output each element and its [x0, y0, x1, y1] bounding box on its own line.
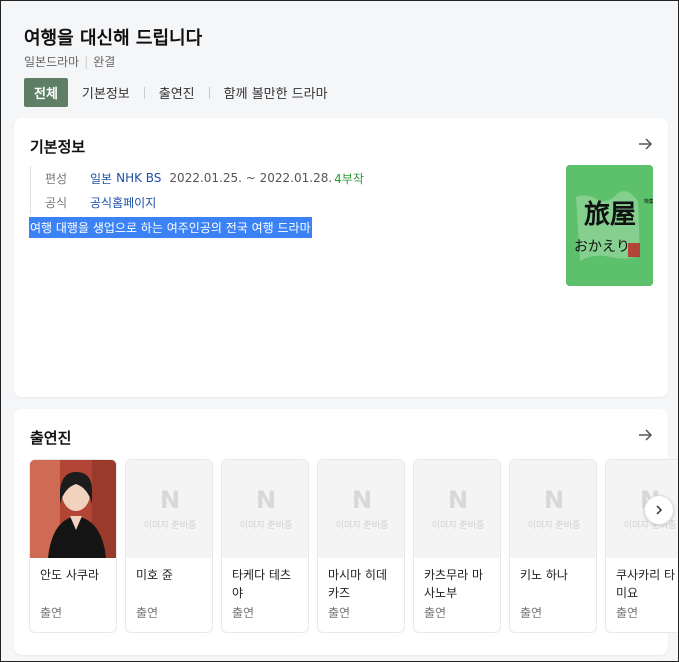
poster-small-art: 特集 — [644, 198, 653, 205]
cast-item[interactable]: N 이미지 준비중 카츠무라 마사노부 출연 — [413, 459, 501, 633]
status-label: 완결 — [93, 55, 116, 69]
cast-role: 출연 — [424, 606, 447, 620]
cast-item[interactable]: N 이미지 준비중 타케다 테츠야 출연 — [221, 459, 309, 633]
cast-name: 안도 사쿠라 — [40, 568, 100, 582]
broadcast-channel-link[interactable]: NHK BS — [116, 171, 161, 185]
basic-info-card: 기본정보 편성 일본 NHK BS 2022.01.25. ~ 2022.01.… — [14, 118, 668, 397]
broadcast-period: 2022.01.25. ~ 2022.01.28. — [169, 171, 333, 185]
cast-photo-placeholder: N 이미지 준비중 — [318, 460, 404, 558]
official-site-link[interactable]: 공식홈페이지 — [90, 194, 156, 211]
cast-photo-placeholder: N 이미지 준비중 — [222, 460, 308, 558]
naver-n-icon: N — [255, 485, 277, 514]
image-pending-label: 이미지 준비중 — [431, 520, 485, 531]
tab-bar: 전체 기본정보 출연진 함께 볼만한 드라마 — [24, 78, 330, 107]
cast-item[interactable]: N 이미지 준비중 쿠사카리 타미요 출연 — [605, 459, 678, 633]
cast-name: 미호 쥰 — [136, 568, 173, 582]
cast-item[interactable]: N 이미지 준비중 마시마 히데카즈 출연 — [317, 459, 405, 633]
image-pending-label: 이미지 준비중 — [527, 520, 581, 531]
cast-name: 마시마 히데카즈 — [328, 568, 388, 600]
cast-name: 타케다 테츠야 — [232, 568, 292, 600]
genre-label: 일본드라마 — [24, 55, 80, 69]
page-title: 여행을 대신해 드립니다 — [24, 28, 203, 49]
basic-info-title: 기본정보 — [30, 138, 86, 156]
cast-item[interactable]: N 이미지 준비중 키노 하나 출연 — [509, 459, 597, 633]
cast-role: 출연 — [136, 606, 159, 620]
cast-title: 출연진 — [30, 429, 72, 447]
tab-divider — [208, 86, 210, 99]
broadcast-row: 편성 일본 NHK BS 2022.01.25. ~ 2022.01.28. 4… — [45, 166, 364, 190]
cast-photo-placeholder: N 이미지 준비중 — [126, 460, 212, 558]
naver-n-icon: N — [351, 485, 373, 514]
episode-count: 4부작 — [334, 171, 364, 186]
cast-name: 쿠사카리 타미요 — [616, 568, 676, 600]
cast-list: 안도 사쿠라 출연 N 이미지 준비중 미호 쥰 출연 N 이미지 준비중 타케… — [29, 459, 678, 633]
cast-photo — [30, 460, 116, 558]
poster-title-art: 旅屋 — [584, 200, 636, 230]
cast-role: 출연 — [520, 606, 543, 620]
info-list: 편성 일본 NHK BS 2022.01.25. ~ 2022.01.28. 4… — [30, 166, 364, 214]
cast-role: 출연 — [40, 606, 63, 620]
official-row: 공식 공식홈페이지 — [45, 190, 364, 214]
cast-role: 출연 — [232, 606, 255, 620]
tab-divider — [143, 86, 145, 99]
tab-cast[interactable]: 출연진 — [157, 83, 197, 102]
naver-n-icon: N — [543, 485, 565, 514]
cast-name: 카츠무라 마사노부 — [424, 568, 484, 600]
carousel-next-button[interactable] — [644, 495, 674, 525]
drama-description: 여행 대행을 생업으로 하는 여주인공의 전국 여행 드라마 — [29, 217, 312, 238]
page: 여행을 대신해 드립니다 일본드라마 | 완결 전체 기본정보 출연진 함께 볼만한… — [0, 0, 679, 662]
meta-divider: | — [84, 55, 89, 69]
cast-role: 출연 — [328, 606, 351, 620]
drama-meta: 일본드라마 | 완결 — [24, 53, 115, 70]
tab-related-dramas[interactable]: 함께 볼만한 드라마 — [222, 83, 330, 102]
broadcast-country-link[interactable]: 일본 — [90, 170, 112, 187]
arrow-right-icon[interactable] — [636, 135, 654, 153]
naver-n-icon: N — [447, 485, 469, 514]
poster-artwork: 旅屋 おかえり 特集 — [566, 165, 653, 286]
cast-item[interactable]: 안도 사쿠라 출연 — [29, 459, 117, 633]
cast-card: 출연진 안도 사쿠라 출연 N 이미지 준비중 미호 쥰 출연 N 이미지 준비… — [14, 409, 678, 655]
image-pending-label: 이미지 준비중 — [239, 520, 293, 531]
cast-name: 키노 하나 — [520, 568, 568, 582]
cast-photo-placeholder: N 이미지 준비중 — [414, 460, 500, 558]
poster-subtitle-art: おかえり — [574, 239, 630, 255]
tab-all[interactable]: 전체 — [24, 78, 68, 107]
official-key: 공식 — [45, 195, 68, 210]
tab-basic-info[interactable]: 기본정보 — [80, 83, 132, 102]
drama-poster[interactable]: 旅屋 おかえり 特集 — [566, 165, 653, 286]
cast-item[interactable]: N 이미지 준비중 미호 쥰 출연 — [125, 459, 213, 633]
image-pending-label: 이미지 준비중 — [143, 520, 197, 531]
image-pending-label: 이미지 준비중 — [335, 520, 389, 531]
arrow-right-icon[interactable] — [636, 426, 654, 444]
broadcast-key: 편성 — [45, 171, 68, 186]
naver-n-icon: N — [159, 485, 181, 514]
cast-role: 출연 — [616, 606, 639, 620]
chevron-right-icon — [656, 505, 663, 515]
cast-photo-placeholder: N 이미지 준비중 — [510, 460, 596, 558]
